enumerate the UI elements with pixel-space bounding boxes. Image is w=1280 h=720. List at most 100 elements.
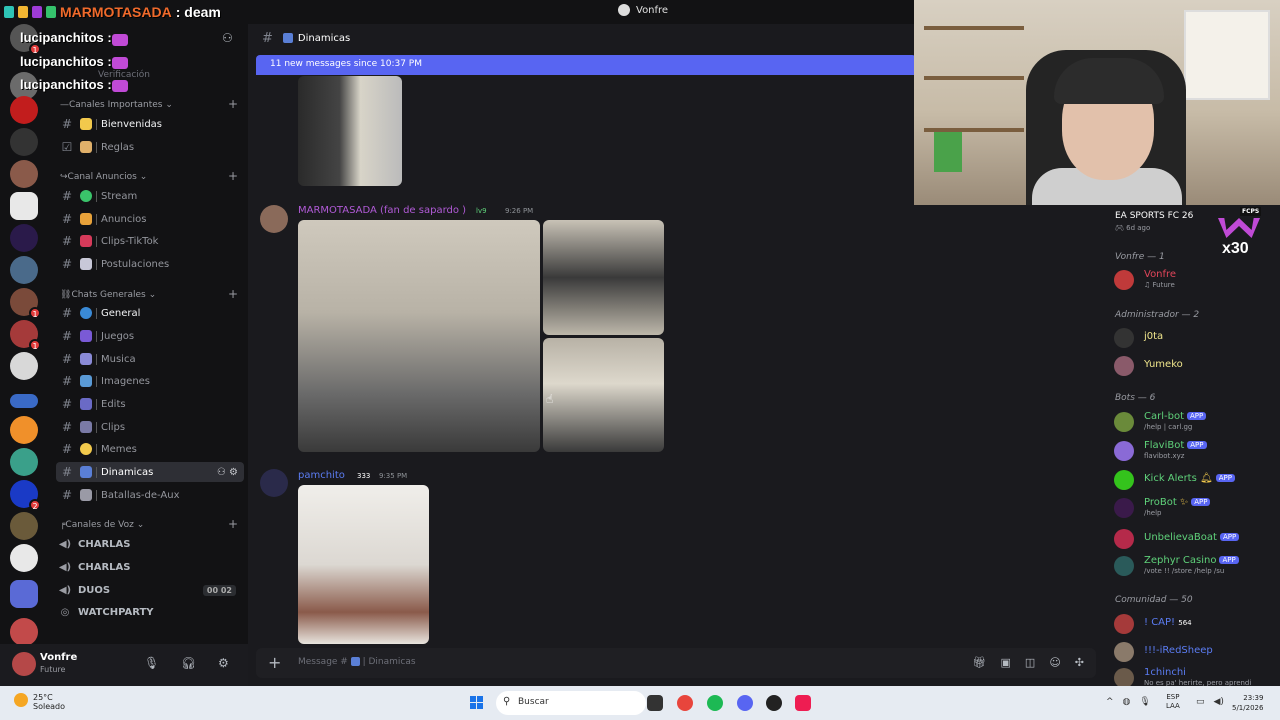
- channel-anuncios[interactable]: # Anuncios: [56, 209, 244, 229]
- message-image[interactable]: [298, 220, 540, 452]
- server-icon[interactable]: [10, 160, 38, 188]
- voice-channel-duos[interactable]: ◀) DUOS 00 02: [58, 581, 246, 599]
- discord-icon[interactable]: [737, 695, 753, 711]
- server-icon[interactable]: [10, 394, 38, 408]
- category-chats-generales[interactable]: ⛓Chats Generales ⌄: [60, 290, 156, 300]
- channel-juegos[interactable]: # Juegos: [56, 326, 244, 346]
- message-timestamp: 9:26 PM: [505, 207, 534, 215]
- channel-imagenes[interactable]: # Imagenes: [56, 371, 244, 391]
- channel-dinamicas[interactable]: # Dinamicas ⚇ ⚙: [56, 462, 244, 482]
- new-messages-bar[interactable]: 11 new messages since 10:37 PM: [256, 55, 916, 75]
- member-item[interactable]: ProBot ✨︎ APP /help: [1114, 496, 1280, 520]
- member-item[interactable]: UnbelievaBoat APP: [1114, 527, 1280, 551]
- weather-widget[interactable]: 25°C Soleado: [14, 693, 65, 711]
- server-icon[interactable]: [10, 128, 38, 156]
- server-icon[interactable]: [10, 512, 38, 540]
- server-icon[interactable]: [10, 224, 38, 252]
- add-channel-icon[interactable]: +: [228, 97, 238, 111]
- server-icon[interactable]: 2: [10, 480, 41, 511]
- channel-clips[interactable]: # Clips: [56, 417, 244, 437]
- message-image[interactable]: [543, 220, 664, 335]
- windows-start-icon[interactable]: [470, 696, 484, 710]
- spotify-icon[interactable]: [707, 695, 723, 711]
- voice-channel-watchparty[interactable]: ◎ WATCHPARTY: [58, 603, 246, 621]
- avatar[interactable]: [260, 469, 288, 497]
- gift-icon[interactable]: 🎁︎: [973, 656, 987, 669]
- avatar: [1114, 356, 1134, 376]
- member-item[interactable]: Carl-bot APP /help | carl.gg: [1114, 410, 1280, 434]
- headphones-icon[interactable]: 🎧︎: [181, 656, 196, 670]
- channel-settings-icon[interactable]: ⚇ ⚙: [217, 467, 238, 478]
- settings-gear-icon[interactable]: ⚙: [218, 656, 229, 670]
- member-item[interactable]: j0ta: [1114, 326, 1280, 350]
- emoji-icon[interactable]: ☺: [1049, 656, 1060, 669]
- heart-emote-icon: [112, 57, 128, 69]
- server-icon[interactable]: [10, 416, 38, 444]
- server-icon[interactable]: [10, 192, 38, 220]
- server-icon[interactable]: [10, 256, 38, 284]
- avatar[interactable]: [12, 652, 36, 676]
- category-anuncios[interactable]: ↪Canal Anuncios ⌄: [60, 172, 147, 182]
- channel-batallas-de-aux[interactable]: # Batallas-de-Aux: [56, 485, 244, 505]
- tray-icons[interactable]: ▭ ◀): [1196, 697, 1224, 707]
- sticker-icon[interactable]: ◫: [1025, 656, 1035, 669]
- tiktok-icon[interactable]: [795, 695, 811, 711]
- mouse-cursor-icon: ☝: [546, 392, 554, 406]
- channel-verificacion[interactable]: Verificación: [98, 70, 150, 80]
- server-folder-icon[interactable]: [10, 580, 38, 608]
- category-voz[interactable]: ╒Canales de Voz ⌄: [60, 520, 144, 530]
- member-item[interactable]: FlaviBot APP flavibot.xyz: [1114, 439, 1280, 463]
- member-item[interactable]: Kick Alerts 🔔︎ APP: [1114, 468, 1280, 492]
- avatar[interactable]: [260, 205, 288, 233]
- add-channel-icon[interactable]: +: [228, 169, 238, 183]
- avatar: [1114, 470, 1134, 490]
- channel-bienvenidas[interactable]: # Bienvenidas: [56, 114, 244, 134]
- language-indicator[interactable]: ESP LAA: [1166, 693, 1180, 711]
- member-item[interactable]: Zephyr Casino APP /vote !! /store /help /…: [1114, 554, 1280, 578]
- chat-overlay-name: lucipanchitos :: [20, 30, 112, 45]
- channel-edits[interactable]: # Edits: [56, 394, 244, 414]
- server-icon[interactable]: 1: [10, 320, 41, 351]
- server-icon[interactable]: [10, 96, 38, 124]
- channel-clips-tiktok[interactable]: # Clips-TikTok: [56, 231, 244, 251]
- channel-reglas[interactable]: ☑ Reglas: [56, 137, 244, 157]
- server-icon[interactable]: [10, 352, 38, 380]
- message-author[interactable]: pamchito: [298, 470, 345, 481]
- taskbar-search[interactable]: ⚲ Buscar: [496, 691, 646, 715]
- voice-channel-charlas[interactable]: ◀) CHARLAS: [58, 558, 246, 576]
- message-image[interactable]: [543, 338, 664, 452]
- apps-icon[interactable]: ✣: [1075, 656, 1084, 669]
- add-channel-icon[interactable]: +: [228, 287, 238, 301]
- gif-icon[interactable]: ▣: [1001, 656, 1011, 669]
- channel-general[interactable]: # General: [56, 303, 244, 323]
- add-channel-icon[interactable]: +: [228, 517, 238, 531]
- mic-icon[interactable]: 🎙︎: [144, 656, 159, 670]
- message-author[interactable]: MARMOTASADA (fan de sapardo ): [298, 205, 466, 216]
- add-friend-icon[interactable]: ⚇: [222, 31, 233, 45]
- voice-channel-charlas[interactable]: ◀) CHARLAS: [58, 535, 246, 553]
- server-icon[interactable]: [10, 618, 38, 646]
- clock[interactable]: 23:39 5/1/2026: [1232, 693, 1263, 713]
- member-item[interactable]: Yumeko: [1114, 354, 1280, 378]
- member-item[interactable]: !!!-iRedSheep: [1114, 640, 1280, 664]
- member-group-header: Bots — 6: [1115, 393, 1156, 403]
- add-attachment-icon[interactable]: +: [268, 653, 281, 672]
- search-icon: ⚲: [503, 696, 511, 707]
- chrome-icon[interactable]: [677, 695, 693, 711]
- server-icon[interactable]: [10, 448, 38, 476]
- channel-memes[interactable]: # Memes: [56, 439, 244, 459]
- member-item[interactable]: Vonfre ♫ Future: [1114, 268, 1280, 292]
- member-item[interactable]: ! CAP! 564: [1114, 612, 1280, 636]
- category-importantes[interactable]: —Canales Importantes ⌄: [60, 100, 173, 110]
- system-tray[interactable]: ^ ◍ 🎙︎: [1106, 697, 1151, 707]
- file-explorer-icon[interactable]: [647, 695, 663, 711]
- message-image[interactable]: [298, 485, 429, 644]
- server-icon[interactable]: 1: [10, 288, 41, 319]
- message-image[interactable]: [298, 76, 402, 186]
- server-icon[interactable]: [10, 544, 38, 572]
- message-composer[interactable]: + Message # | Dinamicas 🎁︎ ▣ ◫ ☺ ✣: [256, 648, 1096, 678]
- obs-icon[interactable]: [766, 695, 782, 711]
- channel-postulaciones[interactable]: # Postulaciones: [56, 254, 244, 274]
- channel-musica[interactable]: # Musica: [56, 349, 244, 369]
- channel-stream[interactable]: # Stream: [56, 186, 244, 206]
